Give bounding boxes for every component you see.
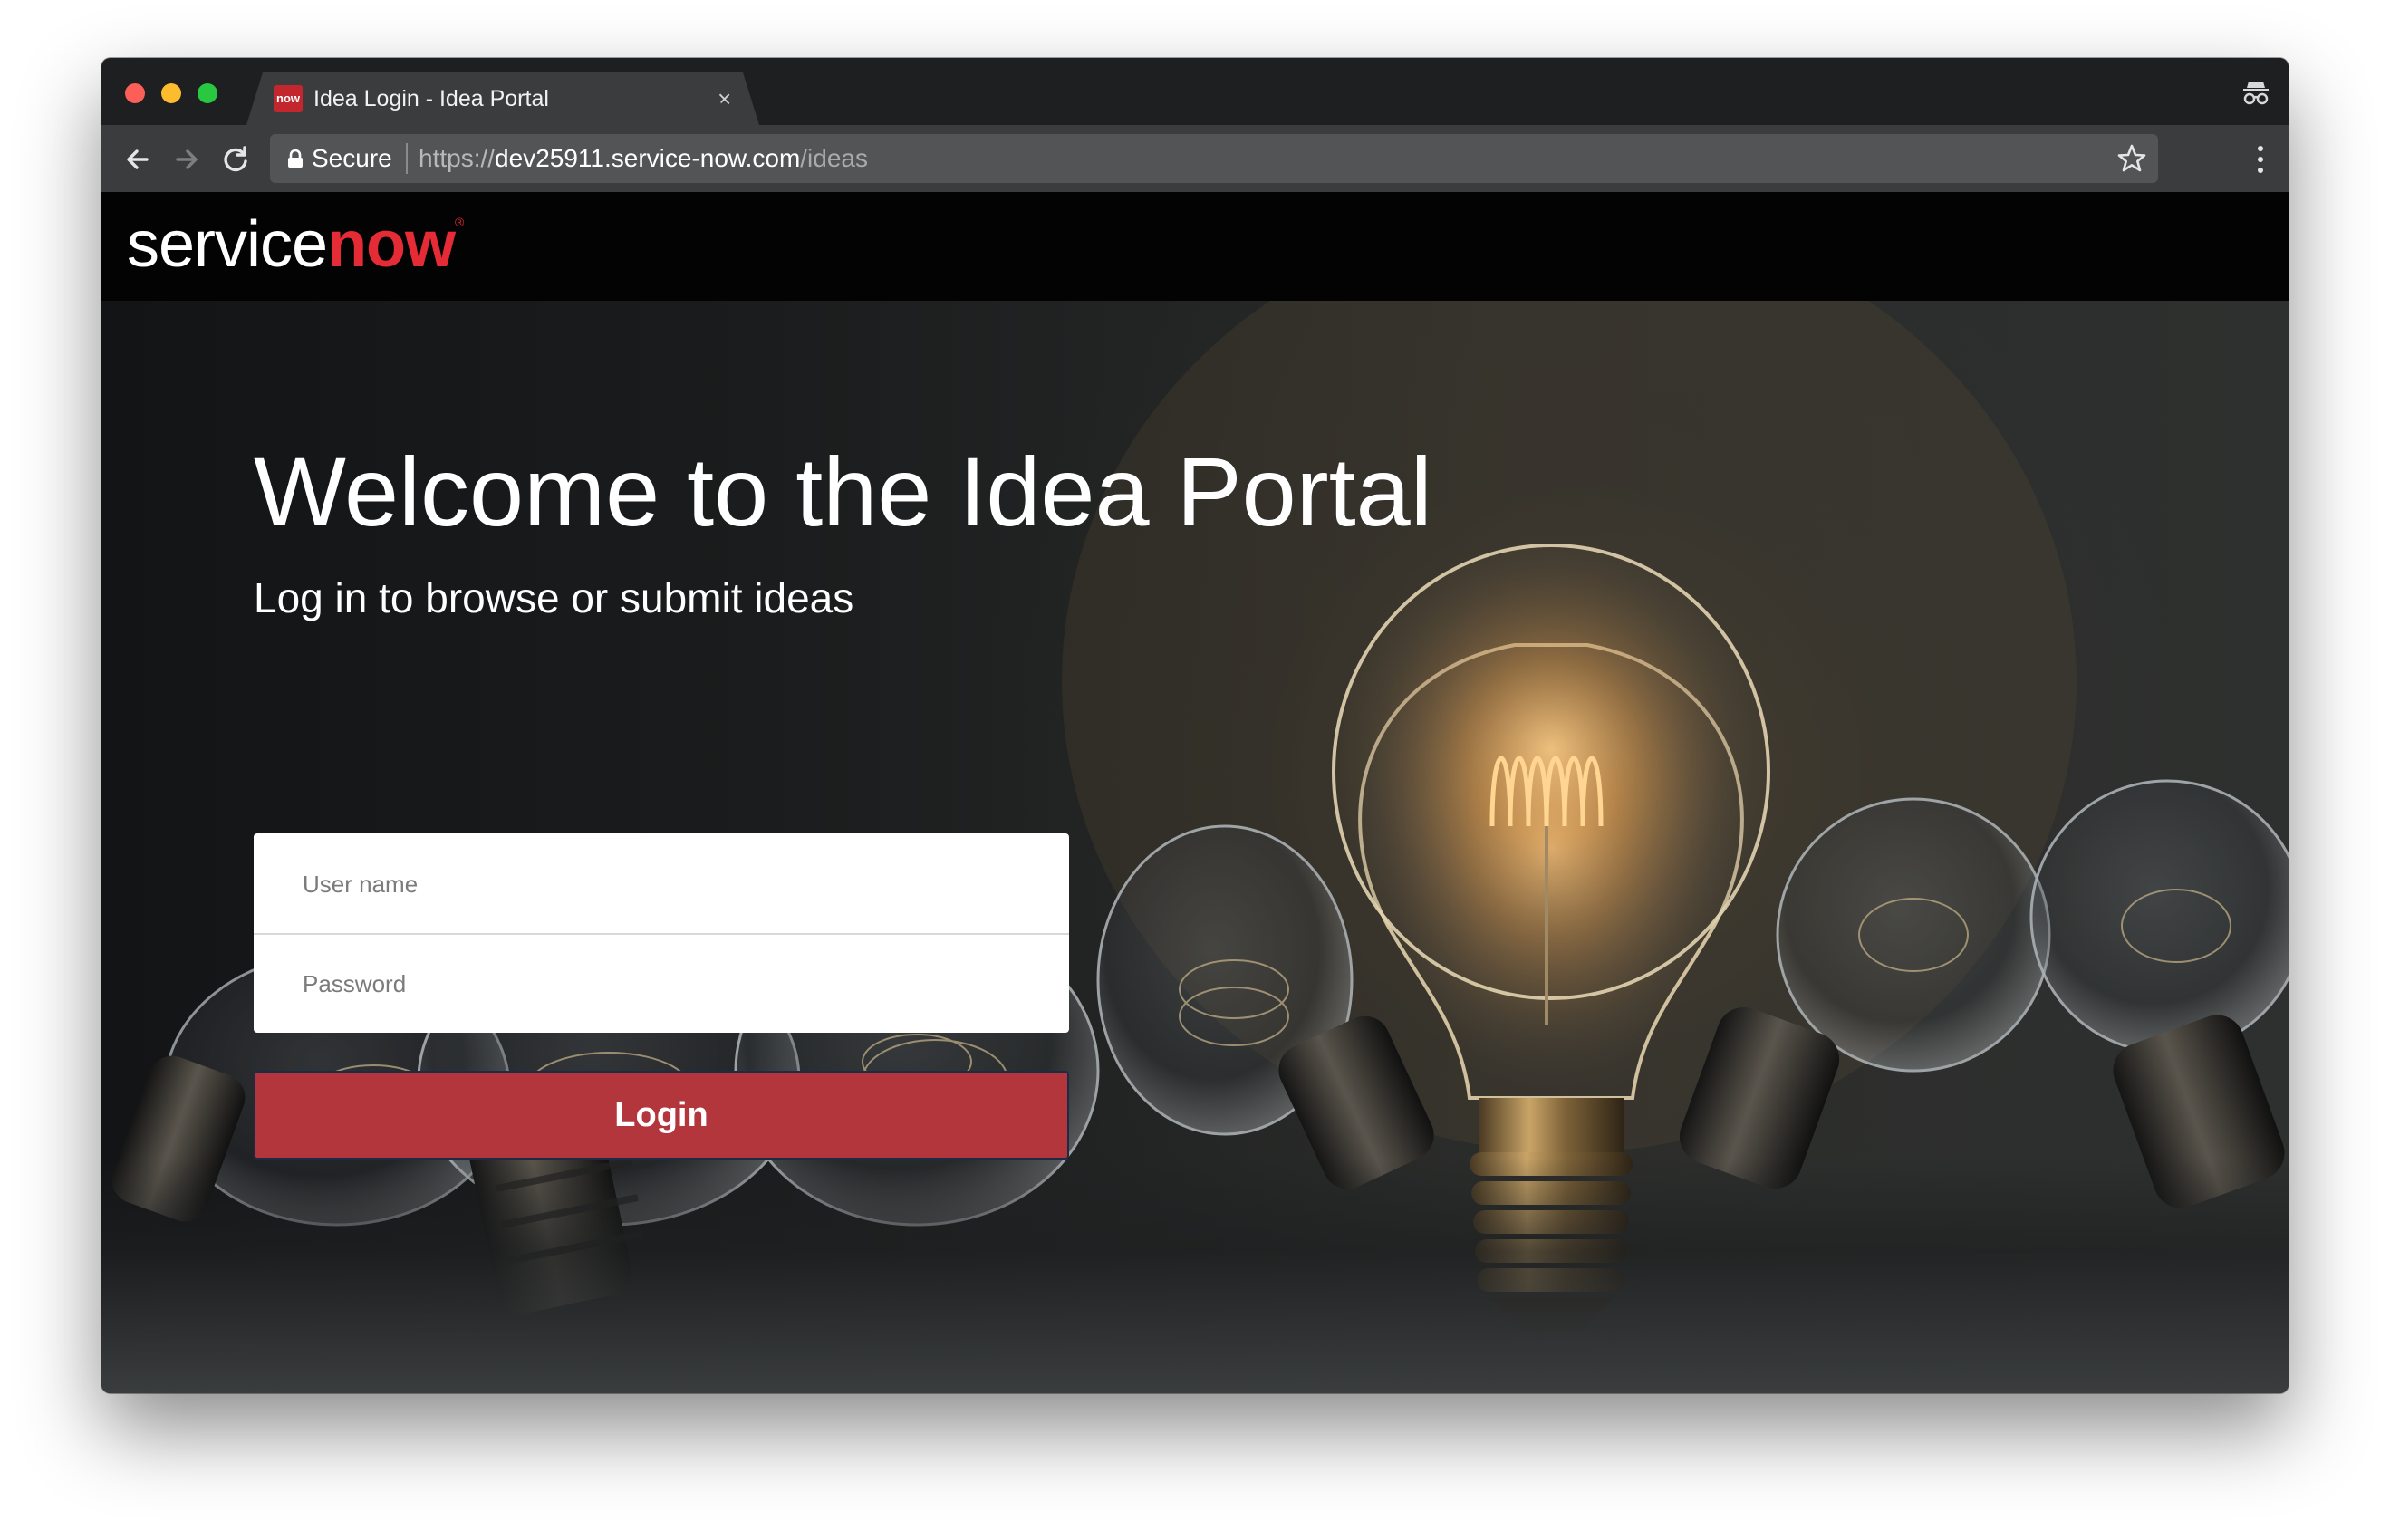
url-host: dev25911.service-now.com [495, 144, 801, 172]
menu-icon[interactable] [2256, 143, 2265, 176]
site-header: servicenow® [101, 192, 2289, 301]
incognito-icon[interactable] [2240, 76, 2272, 109]
username-field[interactable] [254, 835, 1069, 933]
page-title: Welcome to the Idea Portal [254, 437, 1432, 546]
hero-floor-shade [101, 1158, 2289, 1393]
browser-window: now Idea Login - Idea Portal × Secure ht… [101, 58, 2289, 1393]
logo-now-text: now [327, 208, 456, 281]
page-subtitle: Log in to browse or submit ideas [254, 574, 854, 621]
url-scheme: https:// [419, 144, 496, 172]
lock-icon [288, 149, 303, 168]
tab-strip: now Idea Login - Idea Portal × [101, 58, 2289, 125]
login-form [254, 833, 1069, 1033]
servicenow-logo[interactable]: servicenow® [127, 208, 464, 281]
logo-trademark: ® [455, 215, 464, 229]
minimize-window-button[interactable] [161, 83, 181, 103]
secure-label: Secure [312, 144, 392, 172]
reload-icon[interactable] [217, 141, 254, 178]
star-icon[interactable] [2116, 143, 2147, 174]
maximize-window-button[interactable] [198, 83, 217, 103]
omnibox-divider [406, 143, 408, 174]
new-tab-button[interactable] [665, 89, 725, 120]
forward-icon[interactable] [169, 141, 205, 178]
hero-section: Welcome to the Idea Portal Log in to bro… [101, 301, 2289, 1393]
login-button[interactable]: Login [254, 1071, 1069, 1160]
page-content: servicenow® Welcome to the Idea Portal L… [101, 192, 2289, 1393]
url-text[interactable]: https://dev25911.service-now.com/ideas [419, 141, 868, 176]
logo-service-text: service [127, 208, 328, 281]
tab-title: Idea Login - Idea Portal [313, 86, 549, 111]
password-field[interactable] [254, 935, 1069, 1033]
url-path: /ideas [800, 144, 868, 172]
address-bar[interactable]: Secure https://dev25911.service-now.com/… [270, 134, 2158, 183]
browser-toolbar: Secure https://dev25911.service-now.com/… [101, 125, 2289, 192]
close-window-button[interactable] [125, 83, 145, 103]
servicenow-favicon-icon: now [274, 85, 303, 112]
back-icon[interactable] [120, 141, 156, 178]
